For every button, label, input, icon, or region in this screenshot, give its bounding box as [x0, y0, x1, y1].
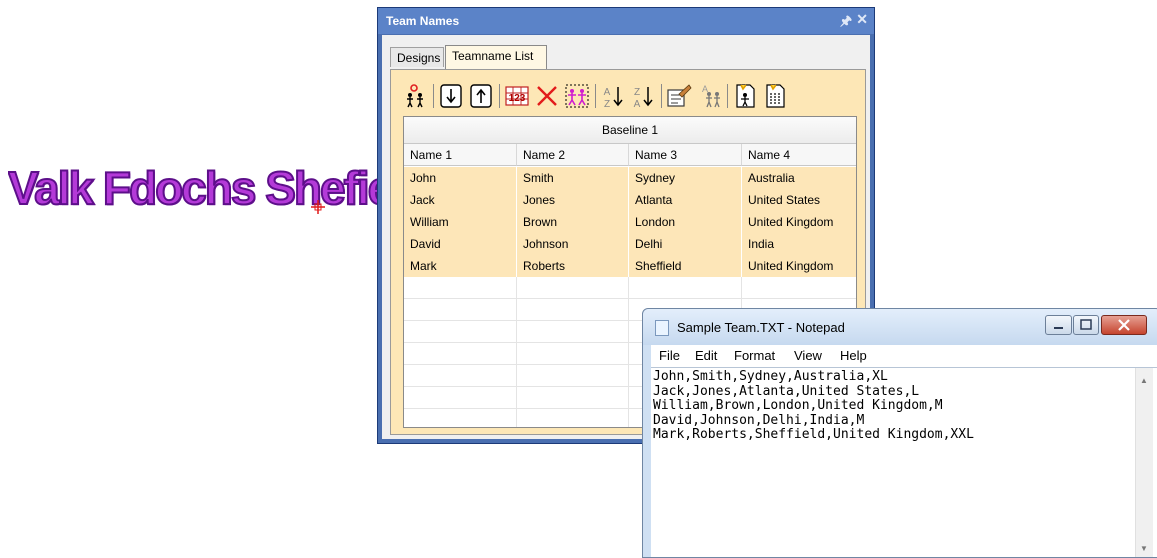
notepad-document-icon [655, 320, 669, 336]
svg-text:A: A [634, 99, 641, 110]
svg-text:A: A [604, 87, 611, 98]
menu-format[interactable]: Format [734, 348, 775, 363]
edit-list-icon[interactable] [665, 82, 693, 110]
maximize-button[interactable] [1073, 315, 1099, 335]
panel-titlebar[interactable]: Team Names 🖈 ✕ [378, 8, 874, 34]
table-cell[interactable]: London [629, 211, 742, 233]
minimize-button[interactable] [1045, 315, 1072, 335]
menu-help[interactable]: Help [840, 348, 867, 363]
embroidery-text-preview[interactable]: Valk Fdochs Shefiedd [8, 163, 380, 225]
table-cell[interactable]: Smith [517, 167, 629, 189]
panel-title: Team Names [386, 14, 460, 28]
table-cell[interactable]: United States [742, 189, 856, 211]
table-cell[interactable]: Jones [517, 189, 629, 211]
close-icon[interactable]: ✕ [856, 11, 868, 28]
table-cell[interactable]: United Kingdom [742, 255, 856, 277]
table-cell[interactable]: David [404, 233, 517, 255]
table-cell[interactable]: Sheffield [629, 255, 742, 277]
table-cell[interactable]: William [404, 211, 517, 233]
tab-designs[interactable]: Designs [390, 47, 444, 67]
vertical-scrollbar[interactable]: ▲ ▼ [1135, 368, 1153, 557]
export-names-icon[interactable] [761, 82, 789, 110]
sort-descending-icon[interactable]: Z A [629, 82, 657, 110]
number-column-icon[interactable]: 123 [503, 82, 531, 110]
menu-file[interactable]: File [659, 348, 680, 363]
table-cell[interactable]: Atlanta [629, 189, 742, 211]
svg-text:Z: Z [634, 87, 640, 98]
import-names-icon[interactable] [731, 82, 759, 110]
scroll-up-icon[interactable]: ▲ [1140, 376, 1148, 385]
pin-icon[interactable]: 🖈 [840, 12, 852, 34]
move-up-icon[interactable] [467, 82, 495, 110]
notepad-title: Sample Team.TXT - Notepad [677, 320, 845, 335]
column-header-name-3[interactable]: Name 3 [629, 144, 742, 166]
table-cell[interactable]: Johnson [517, 233, 629, 255]
svg-text:Z: Z [604, 99, 610, 110]
table-cell[interactable]: John [404, 167, 517, 189]
svg-text:123: 123 [509, 93, 526, 104]
notepad-window: Sample Team.TXT - Notepad File Edit Form… [642, 308, 1157, 558]
table-cell[interactable]: Australia [742, 167, 856, 189]
column-header-name-1[interactable]: Name 1 [404, 144, 517, 166]
baseline-header[interactable]: Baseline 1 [404, 117, 856, 144]
table-cell[interactable]: Delhi [629, 233, 742, 255]
svg-text:A: A [702, 84, 708, 94]
table-row[interactable]: David Johnson Delhi India [404, 233, 856, 255]
minimize-icon [1054, 327, 1063, 329]
maximize-icon [1080, 319, 1092, 330]
table-cell[interactable]: Brown [517, 211, 629, 233]
close-icon [1118, 319, 1130, 331]
table-row[interactable]: Mark Roberts Sheffield United Kingdom [404, 255, 856, 277]
scroll-down-icon[interactable]: ▼ [1140, 544, 1148, 553]
move-down-icon[interactable] [437, 82, 465, 110]
table-cell[interactable]: India [742, 233, 856, 255]
menu-view[interactable]: View [794, 348, 822, 363]
table-cell[interactable]: Jack [404, 189, 517, 211]
notepad-text-area[interactable]: John,Smith,Sydney,Australia,XL Jack,Jone… [651, 367, 1157, 557]
notepad-menubar: File Edit Format View Help [651, 345, 1157, 367]
table-row[interactable]: John Smith Sydney Australia [404, 167, 856, 189]
add-baseline-icon[interactable]: A [695, 82, 723, 110]
close-button[interactable] [1101, 315, 1147, 335]
notepad-content[interactable]: John,Smith,Sydney,Australia,XL Jack,Jone… [653, 369, 974, 443]
table-cell[interactable]: Roberts [517, 255, 629, 277]
sort-ascending-icon[interactable]: A Z [599, 82, 627, 110]
select-all-names-icon[interactable] [563, 82, 591, 110]
delete-icon[interactable] [533, 82, 561, 110]
table-row[interactable]: William Brown London United Kingdom [404, 211, 856, 233]
design-origin-marker-icon [311, 200, 325, 214]
table-cell[interactable]: Sydney [629, 167, 742, 189]
table-cell[interactable]: United Kingdom [742, 211, 856, 233]
column-header-name-4[interactable]: Name 4 [742, 144, 856, 166]
table-row[interactable]: Jack Jones Atlanta United States [404, 189, 856, 211]
tab-teamname-list[interactable]: Teamname List [445, 45, 547, 69]
menu-edit[interactable]: Edit [695, 348, 717, 363]
empty-table-row[interactable] [404, 277, 856, 299]
table-cell[interactable]: Mark [404, 255, 517, 277]
column-header-name-2[interactable]: Name 2 [517, 144, 629, 166]
notepad-titlebar[interactable]: Sample Team.TXT - Notepad [643, 309, 1157, 345]
add-teamname-icon[interactable] [403, 82, 431, 110]
